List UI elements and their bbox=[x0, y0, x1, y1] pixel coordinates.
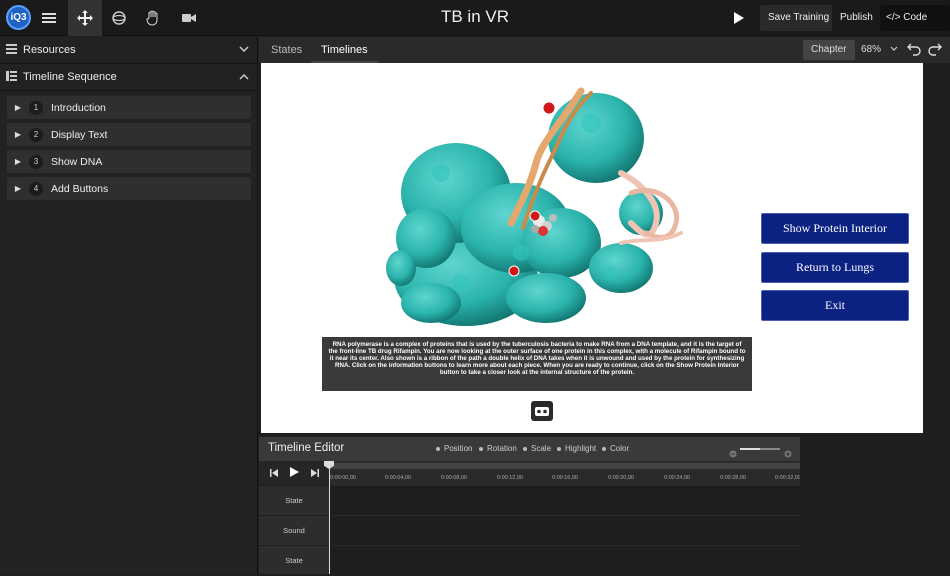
ruler-tick-label: 0:00:16,00 bbox=[552, 475, 578, 481]
play-icon[interactable] bbox=[290, 464, 299, 482]
tab-states[interactable]: States bbox=[261, 37, 312, 63]
resources-header[interactable]: Resources bbox=[0, 37, 257, 64]
ruler-tick-label: 0:00:12,00 bbox=[497, 475, 523, 481]
ruler-tick-label: 0:00:00,00 bbox=[330, 475, 356, 481]
sequence-item[interactable]: ▶ 3 Show DNA bbox=[7, 150, 251, 173]
hand-icon[interactable] bbox=[136, 0, 170, 36]
vr-icon bbox=[535, 406, 549, 416]
sequence-number: 4 bbox=[29, 181, 43, 196]
chevron-down-icon bbox=[890, 44, 898, 55]
code-editor-button[interactable]: </> Code Editor bbox=[880, 5, 950, 49]
vr-headset-button[interactable] bbox=[531, 401, 553, 421]
sequence-label: Add Buttons bbox=[51, 182, 109, 195]
chapter-button[interactable]: Chapter bbox=[803, 40, 855, 60]
playback-controls bbox=[259, 461, 329, 485]
playhead-line bbox=[329, 467, 330, 574]
resources-icon bbox=[6, 43, 17, 57]
scene-canvas[interactable]: RNA polymerase is a complex of proteins … bbox=[261, 63, 923, 433]
resources-label: Resources bbox=[23, 44, 76, 56]
timeline-sequence-header[interactable]: Timeline Sequence bbox=[0, 64, 257, 91]
sequence-label: Introduction bbox=[51, 101, 106, 114]
sequence-number: 3 bbox=[29, 154, 43, 169]
track-label-state: State bbox=[259, 485, 329, 515]
camera-icon[interactable] bbox=[172, 0, 206, 36]
timeline-editor-title: Timeline Editor bbox=[268, 442, 345, 454]
timeline-zoom-slider[interactable] bbox=[740, 448, 780, 450]
exit-button[interactable]: Exit bbox=[761, 290, 909, 321]
ruler-tick-label: 0:00:32,00 bbox=[775, 475, 801, 481]
sequence-number: 2 bbox=[29, 127, 43, 142]
caret-right-icon[interactable]: ▶ bbox=[7, 157, 29, 166]
timeline-editor-header: Timeline Editor Position Rotation Scale … bbox=[259, 437, 800, 461]
track-row-state[interactable] bbox=[329, 545, 800, 574]
save-training-button[interactable]: Save Training bbox=[760, 5, 838, 31]
code-icon: </> bbox=[886, 12, 901, 23]
sequence-label: Display Text bbox=[51, 128, 108, 141]
app-logo[interactable]: iQ3 bbox=[6, 5, 31, 30]
filter-highlight[interactable]: Highlight bbox=[557, 444, 596, 453]
caret-right-icon[interactable]: ▶ bbox=[7, 103, 29, 112]
track-row-state[interactable] bbox=[329, 485, 800, 515]
publish-button[interactable]: Publish bbox=[832, 5, 881, 31]
filter-scale[interactable]: Scale bbox=[523, 444, 551, 453]
sidebar: Resources Timeline Sequence ▶ 1 Introduc… bbox=[0, 37, 258, 574]
show-protein-interior-button[interactable]: Show Protein Interior bbox=[761, 213, 909, 244]
filter-color[interactable]: Color bbox=[602, 444, 629, 453]
menu-icon[interactable] bbox=[32, 0, 66, 36]
redo-icon[interactable] bbox=[928, 42, 942, 61]
rotate-icon[interactable] bbox=[102, 0, 136, 36]
sequence-icon bbox=[6, 70, 17, 84]
timeline-sequence-label: Timeline Sequence bbox=[23, 71, 117, 83]
zoom-select[interactable]: 68% bbox=[855, 40, 904, 60]
chevron-down-icon[interactable] bbox=[239, 44, 249, 56]
tab-timelines[interactable]: Timelines bbox=[311, 37, 378, 63]
track-label-state: State bbox=[259, 545, 329, 574]
skip-back-icon[interactable] bbox=[270, 464, 278, 482]
timeline-editor: Timeline Editor Position Rotation Scale … bbox=[259, 437, 801, 574]
track-label-sound: Sound bbox=[259, 515, 329, 545]
sequence-label: Show DNA bbox=[51, 155, 103, 168]
track-row-sound[interactable] bbox=[329, 515, 800, 545]
description-text: RNA polymerase is a complex of proteins … bbox=[322, 337, 752, 391]
filter-rotation[interactable]: Rotation bbox=[479, 444, 517, 453]
ruler-tick-label: 0:00:04,00 bbox=[385, 475, 411, 481]
ruler-tick-label: 0:00:20,00 bbox=[608, 475, 634, 481]
caret-right-icon[interactable]: ▶ bbox=[7, 130, 29, 139]
ruler-tick-label: 0:00:08,00 bbox=[441, 475, 467, 481]
caret-right-icon[interactable]: ▶ bbox=[7, 184, 29, 193]
zoom-value: 68% bbox=[861, 44, 882, 55]
timeline-ruler[interactable]: 0:00:00,00 0:00:04,00 0:00:08,00 0:00:12… bbox=[324, 461, 801, 485]
skip-forward-icon[interactable] bbox=[311, 464, 319, 482]
filter-position[interactable]: Position bbox=[436, 444, 472, 453]
sequence-item[interactable]: ▶ 1 Introduction bbox=[7, 96, 251, 119]
sequence-item[interactable]: ▶ 2 Display Text bbox=[7, 123, 251, 146]
play-icon[interactable] bbox=[722, 0, 756, 36]
ruler-tick-label: 0:00:28,00 bbox=[720, 475, 746, 481]
top-bar: iQ3 TB in VR Save Training Publish </> C… bbox=[0, 0, 950, 49]
move-icon[interactable] bbox=[68, 0, 102, 36]
view-tabs-bar: States Timelines Chapter 68% bbox=[259, 37, 950, 63]
chevron-up-icon[interactable] bbox=[239, 71, 249, 83]
return-to-lungs-button[interactable]: Return to Lungs bbox=[761, 252, 909, 283]
empty-panel bbox=[800, 437, 950, 574]
undo-icon[interactable] bbox=[907, 42, 921, 61]
sequence-item[interactable]: ▶ 4 Add Buttons bbox=[7, 177, 251, 200]
sequence-number: 1 bbox=[29, 100, 43, 115]
ruler-tick-label: 0:00:24,00 bbox=[664, 475, 690, 481]
